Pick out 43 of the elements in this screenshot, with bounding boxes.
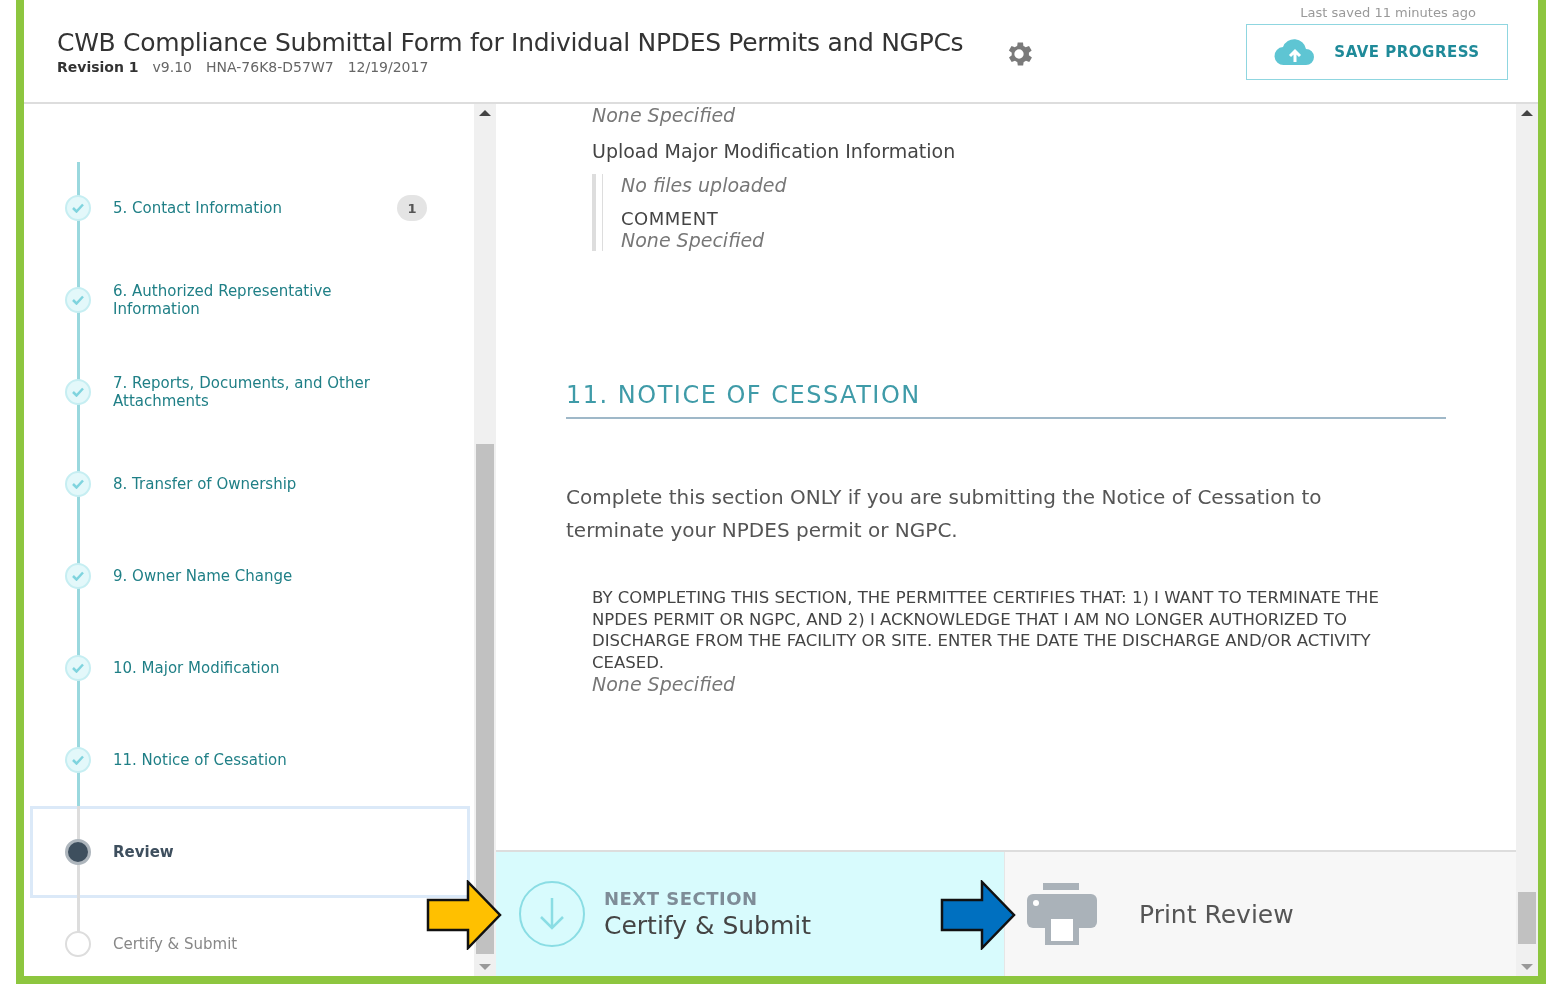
certification-text: BY COMPLETING THIS SECTION, THE PERMITTEE CERTIFIES THAT: 1) I WANT TO TERMINATE THE NPDES PERMIT OR NGPC, AND 2) I ACKNOWLEDGE THAT I AM NO LONGER AUTHORIZED TO DISCHARGE FROM THE FACILITY OR SITE. ENTER THE DATE THE DISCHARGE AND/OR ACTIVITY CEASED. bbox=[592, 587, 1380, 673]
arrow-icon bbox=[940, 880, 1016, 950]
save-progress-button[interactable]: SAVE PROGRESS bbox=[1246, 23, 1508, 80]
step-dot-icon bbox=[65, 839, 91, 865]
form-code: HNA-76K8-D57W7 bbox=[206, 58, 334, 75]
field-value: No files uploaded bbox=[621, 174, 788, 196]
field-value: None Specified bbox=[592, 104, 737, 126]
form-title: CWB Compliance Submittal Form for Individual NPDES Permits and NGPCs bbox=[57, 27, 964, 57]
sidebar-step[interactable]: Certify & Submit bbox=[30, 898, 470, 984]
check-icon bbox=[65, 471, 91, 497]
sidebar-step[interactable]: 11. Notice of Cessation bbox=[30, 714, 470, 806]
cloud-upload-icon bbox=[1274, 37, 1317, 66]
field-label: Upload Major Modification Information bbox=[592, 140, 957, 162]
check-icon bbox=[65, 655, 91, 681]
check-icon bbox=[65, 563, 91, 589]
scrollbar[interactable] bbox=[1516, 104, 1538, 976]
revision-label: Revision 1 bbox=[57, 58, 139, 75]
last-saved-text: Last saved 11 minutes ago bbox=[1300, 4, 1476, 20]
sidebar-step[interactable]: 10. Major Modification bbox=[30, 622, 470, 714]
check-icon bbox=[65, 379, 91, 405]
sidebar-step[interactable]: Review bbox=[30, 806, 470, 898]
sidebar-step[interactable]: 8. Transfer of Ownership bbox=[30, 438, 470, 530]
check-icon bbox=[65, 195, 91, 221]
section-description: Complete this section ONLY if you are submitting the Notice of Cessation to terminate your NPDES permit or NGPC. bbox=[566, 484, 1323, 544]
sidebar-step[interactable]: 5. Contact Information 1 bbox=[30, 162, 470, 254]
field-value: None Specified bbox=[621, 229, 766, 251]
version-label: v9.10 bbox=[152, 58, 192, 75]
arrow-icon bbox=[426, 880, 502, 950]
field-label: COMMENT bbox=[621, 208, 720, 229]
field-value: None Specified bbox=[592, 673, 737, 695]
count-badge: 1 bbox=[397, 195, 427, 221]
sidebar-step[interactable]: 9. Owner Name Change bbox=[30, 530, 470, 622]
check-icon bbox=[65, 287, 91, 313]
sidebar-step[interactable]: 7. Reports, Documents, and Other Attachments bbox=[30, 346, 470, 438]
sidebar-step[interactable]: 6. Authorized Representative Information bbox=[30, 254, 470, 346]
printer-icon bbox=[1027, 883, 1097, 945]
check-icon bbox=[65, 747, 91, 773]
step-dot-icon bbox=[65, 931, 91, 957]
print-review-button[interactable]: Print Review bbox=[1004, 852, 1516, 976]
form-date: 12/19/2017 bbox=[347, 58, 429, 75]
section-title: 11. NOTICE OF CESSATION bbox=[566, 381, 1446, 419]
next-section-button[interactable]: NEXT SECTION Certify & Submit bbox=[496, 852, 1004, 976]
scrollbar[interactable] bbox=[474, 104, 496, 976]
